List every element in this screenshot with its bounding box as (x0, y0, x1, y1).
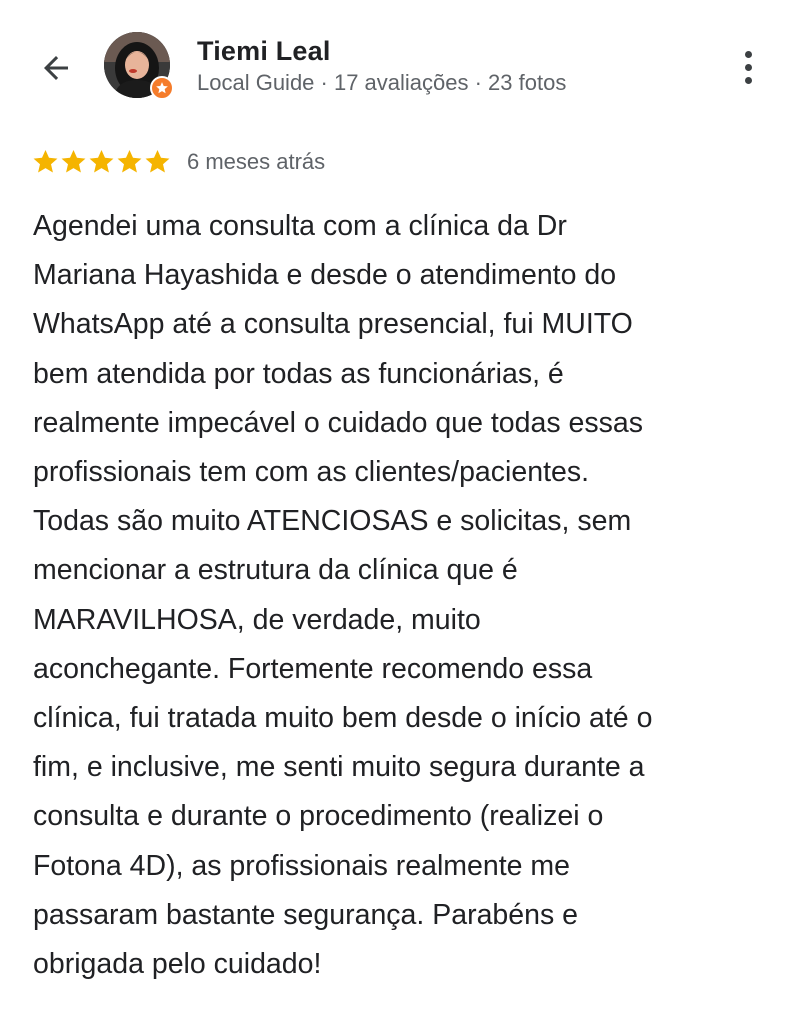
review-time: 6 meses atrás (187, 148, 326, 174)
star-icon (89, 150, 114, 173)
rating-row: 6 meses atrás (32, 148, 325, 175)
review-line: obrigada pelo cuidado! (33, 948, 322, 981)
star-icon (33, 150, 58, 173)
reviewer-subtitle: Local Guide · 17 avaliações · 23 fotos (197, 70, 567, 95)
more-options-button[interactable] (728, 44, 768, 90)
star-icon (61, 150, 86, 173)
local-guide-badge (150, 76, 174, 100)
review-text: Agendei uma consulta com a clínica da Dr… (33, 202, 773, 989)
review-line: clínica, fui tratada muito bem desde o i… (33, 702, 653, 735)
review-line: fim, e inclusive, me senti muito segura … (33, 751, 645, 784)
arrow-left-icon (44, 56, 68, 80)
review-line: mencionar a estrutura da clínica que é (33, 554, 518, 587)
review-line: Mariana Hayashida e desde o atendimento … (33, 259, 617, 292)
local-guide-star-icon (156, 82, 168, 94)
review-line: WhatsApp até a consulta presencial, fui … (33, 308, 633, 341)
review-line: realmente impecável o cuidado que todas … (33, 406, 643, 439)
review-line: Todas são muito ATENCIOSAS e solicitas, … (33, 505, 632, 538)
more-vertical-icon (744, 50, 752, 58)
review-line: MARAVILHOSA, de verdade, muito (33, 603, 481, 636)
star-icon (117, 150, 142, 173)
review-line: Fotona 4D), as profissionais realmente m… (33, 849, 570, 882)
reviewer-name[interactable]: Tiemi Leal (197, 36, 331, 67)
star-rating (32, 148, 171, 175)
review-line: consulta e durante o procedimento (reali… (33, 800, 604, 833)
review-line: profissionais tem com as clientes/pacien… (33, 456, 590, 489)
star-icon (145, 150, 170, 173)
review-line: aconchegante. Fortemente recomendo essa (33, 652, 593, 685)
review-line: bem atendida por todas as funcionárias, … (33, 357, 564, 390)
review-line: Agendei uma consulta com a clínica da Dr (33, 210, 567, 242)
review-header: Tiemi Leal Local Guide · 17 avaliações ·… (0, 0, 807, 120)
back-button[interactable] (34, 46, 78, 90)
reviewer-avatar[interactable] (104, 32, 174, 102)
review-line: passaram bastante segurança. Parabéns e (33, 898, 579, 931)
